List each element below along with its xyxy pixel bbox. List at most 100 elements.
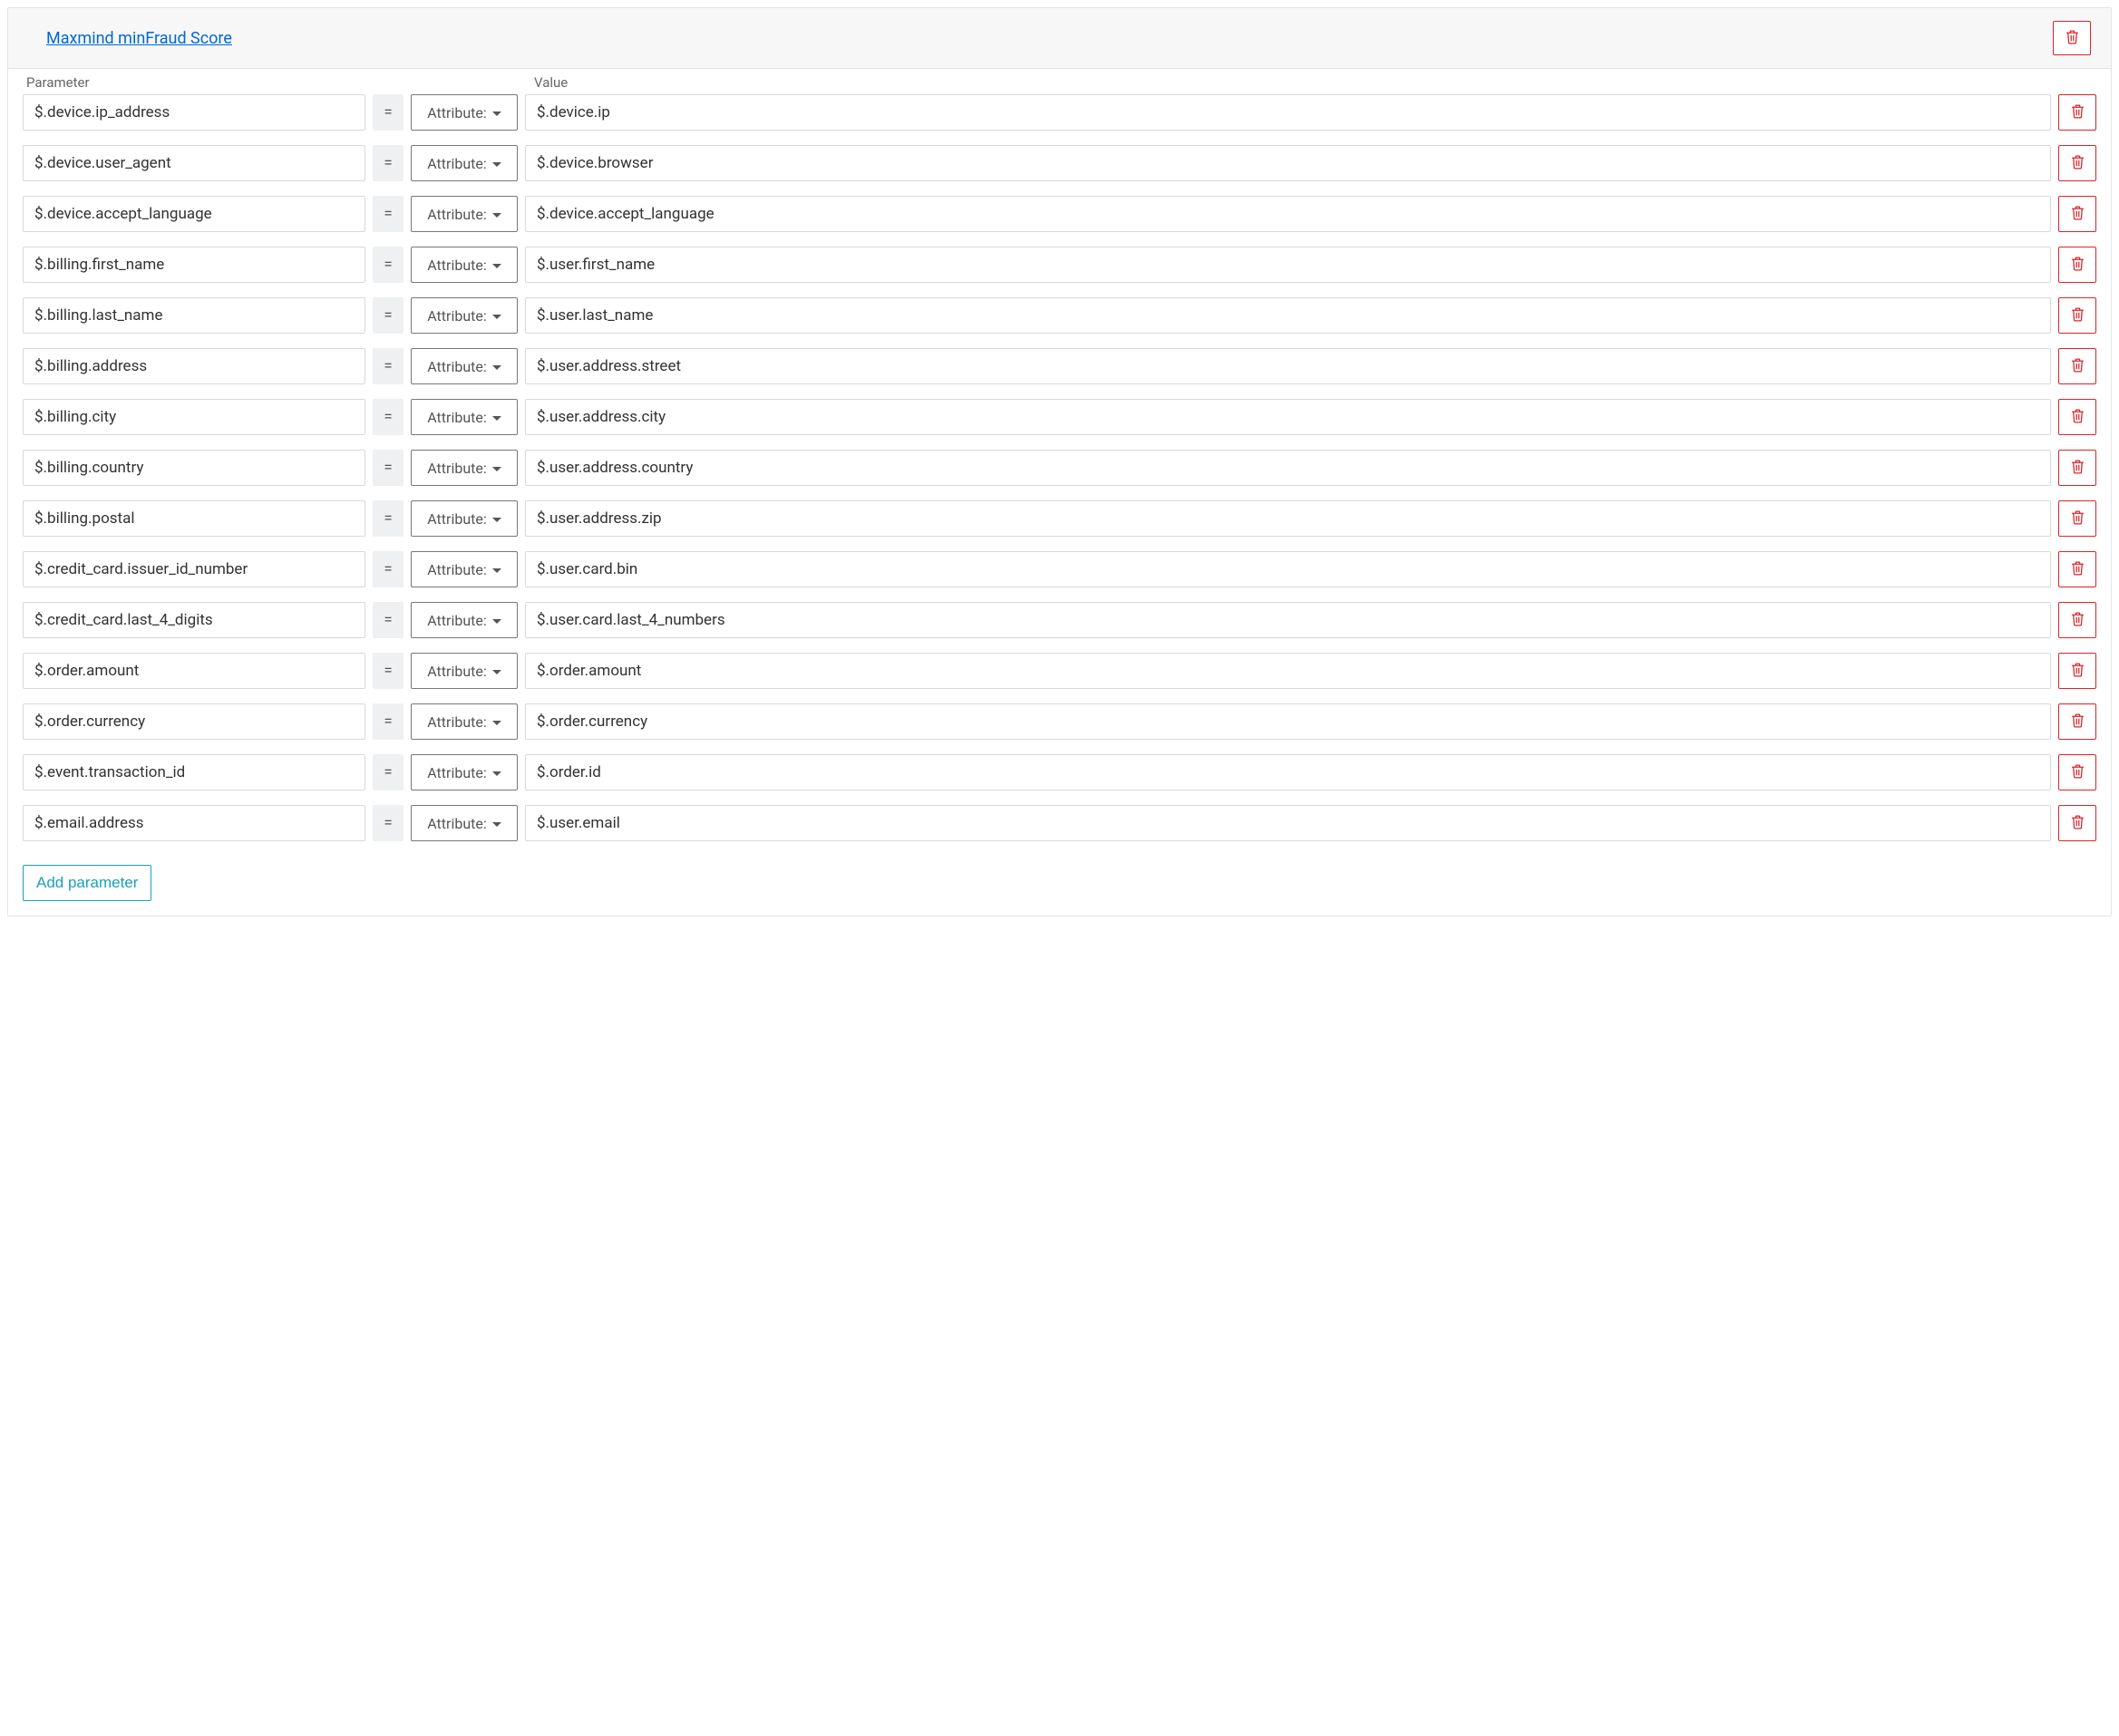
value-input[interactable] bbox=[525, 805, 2051, 841]
value-input[interactable] bbox=[525, 247, 2051, 283]
value-input[interactable] bbox=[525, 754, 2051, 790]
equals-label: = bbox=[373, 450, 403, 486]
dropdown-label: Attribute: bbox=[427, 460, 486, 477]
delete-row-button[interactable] bbox=[2058, 703, 2096, 740]
parameter-row: =Attribute: bbox=[23, 703, 2096, 740]
parameter-input[interactable] bbox=[23, 196, 365, 232]
value-input[interactable] bbox=[525, 348, 2051, 384]
trash-icon bbox=[2071, 256, 2085, 274]
caret-down-icon bbox=[492, 365, 501, 370]
parameter-input[interactable] bbox=[23, 653, 365, 689]
parameter-input[interactable] bbox=[23, 500, 365, 537]
delete-row-button[interactable] bbox=[2058, 653, 2096, 689]
value-input[interactable] bbox=[525, 145, 2051, 181]
parameter-input[interactable] bbox=[23, 297, 365, 334]
delete-row-button[interactable] bbox=[2058, 94, 2096, 131]
delete-row-button[interactable] bbox=[2058, 805, 2096, 841]
attribute-dropdown[interactable]: Attribute: bbox=[411, 703, 518, 740]
equals-label: = bbox=[373, 500, 403, 537]
delete-row-button[interactable] bbox=[2058, 247, 2096, 283]
trash-icon bbox=[2071, 560, 2085, 578]
attribute-dropdown[interactable]: Attribute: bbox=[411, 653, 518, 689]
value-input[interactable] bbox=[525, 94, 2051, 131]
parameter-input[interactable] bbox=[23, 247, 365, 283]
dropdown-label: Attribute: bbox=[427, 307, 486, 325]
caret-down-icon bbox=[492, 822, 501, 827]
dropdown-label: Attribute: bbox=[427, 815, 486, 832]
dropdown-label: Attribute: bbox=[427, 257, 486, 274]
parameter-row: =Attribute: bbox=[23, 348, 2096, 384]
dropdown-label: Attribute: bbox=[427, 663, 486, 680]
value-input[interactable] bbox=[525, 551, 2051, 587]
parameter-row: = Attribute: bbox=[23, 145, 2096, 181]
value-input[interactable] bbox=[525, 399, 2051, 435]
value-input[interactable] bbox=[525, 500, 2051, 537]
equals-label: = bbox=[373, 805, 403, 841]
equals-label: = bbox=[373, 703, 403, 740]
parameter-input[interactable] bbox=[23, 348, 365, 384]
delete-row-button[interactable] bbox=[2058, 450, 2096, 486]
dropdown-label: Attribute: bbox=[427, 104, 486, 121]
add-parameter-button[interactable]: Add parameter bbox=[23, 865, 151, 901]
attribute-dropdown[interactable]: Attribute: bbox=[411, 297, 518, 334]
value-input[interactable] bbox=[525, 196, 2051, 232]
attribute-dropdown[interactable]: Attribute: bbox=[411, 94, 518, 131]
dropdown-label: Attribute: bbox=[427, 155, 486, 172]
parameter-input[interactable] bbox=[23, 145, 365, 181]
attribute-dropdown[interactable]: Attribute: bbox=[411, 450, 518, 486]
attribute-dropdown[interactable]: Attribute: bbox=[411, 805, 518, 841]
caret-down-icon bbox=[492, 213, 501, 218]
integration-panel: Maxmind minFraud Score Parameter Value =… bbox=[7, 7, 2112, 916]
header-parameter: Parameter bbox=[23, 74, 380, 91]
equals-label: = bbox=[373, 145, 403, 181]
parameter-row: =Attribute: bbox=[23, 602, 2096, 638]
attribute-dropdown[interactable]: Attribute: bbox=[411, 348, 518, 384]
attribute-dropdown[interactable]: Attribute: bbox=[411, 602, 518, 638]
parameter-input[interactable] bbox=[23, 450, 365, 486]
attribute-dropdown[interactable]: Attribute: bbox=[411, 500, 518, 537]
trash-icon bbox=[2071, 154, 2085, 172]
trash-icon bbox=[2066, 29, 2079, 47]
panel-title-link[interactable]: Maxmind minFraud Score bbox=[46, 29, 232, 48]
parameter-input[interactable] bbox=[23, 805, 365, 841]
caret-down-icon bbox=[492, 721, 501, 725]
parameter-input[interactable] bbox=[23, 602, 365, 638]
attribute-dropdown[interactable]: Attribute: bbox=[411, 145, 518, 181]
equals-label: = bbox=[373, 196, 403, 232]
value-input[interactable] bbox=[525, 450, 2051, 486]
attribute-dropdown[interactable]: Attribute: bbox=[411, 754, 518, 790]
delete-row-button[interactable] bbox=[2058, 348, 2096, 384]
value-input[interactable] bbox=[525, 297, 2051, 334]
equals-label: = bbox=[373, 602, 403, 638]
trash-icon bbox=[2071, 306, 2085, 325]
panel-body: Parameter Value =Attribute:=Attribute:=A… bbox=[8, 69, 2111, 916]
attribute-dropdown[interactable]: Attribute: bbox=[411, 551, 518, 587]
parameter-input[interactable] bbox=[23, 94, 365, 131]
equals-label: = bbox=[373, 247, 403, 283]
attribute-dropdown[interactable]: Attribute: bbox=[411, 399, 518, 435]
trash-icon bbox=[2071, 408, 2085, 426]
attribute-dropdown[interactable]: Attribute: bbox=[411, 247, 518, 283]
parameter-rows: =Attribute:=Attribute:=Attribute:=Attrib… bbox=[8, 94, 2111, 861]
parameter-input[interactable] bbox=[23, 551, 365, 587]
delete-row-button[interactable] bbox=[2058, 145, 2096, 181]
delete-row-button[interactable] bbox=[2058, 297, 2096, 334]
value-input[interactable] bbox=[525, 653, 2051, 689]
parameter-input[interactable] bbox=[23, 399, 365, 435]
attribute-dropdown[interactable]: Attribute: bbox=[411, 196, 518, 232]
delete-row-button[interactable] bbox=[2058, 602, 2096, 638]
value-input[interactable] bbox=[525, 703, 2051, 740]
parameter-input[interactable] bbox=[23, 754, 365, 790]
trash-icon bbox=[2071, 814, 2085, 832]
delete-row-button[interactable] bbox=[2058, 399, 2096, 435]
caret-down-icon bbox=[492, 518, 501, 522]
delete-panel-button[interactable] bbox=[2053, 21, 2091, 55]
delete-row-button[interactable] bbox=[2058, 551, 2096, 587]
parameter-input[interactable] bbox=[23, 703, 365, 740]
value-input[interactable] bbox=[525, 602, 2051, 638]
caret-down-icon bbox=[492, 112, 501, 116]
delete-row-button[interactable] bbox=[2058, 196, 2096, 232]
parameter-row: =Attribute: bbox=[23, 399, 2096, 435]
delete-row-button[interactable] bbox=[2058, 500, 2096, 537]
delete-row-button[interactable] bbox=[2058, 754, 2096, 790]
